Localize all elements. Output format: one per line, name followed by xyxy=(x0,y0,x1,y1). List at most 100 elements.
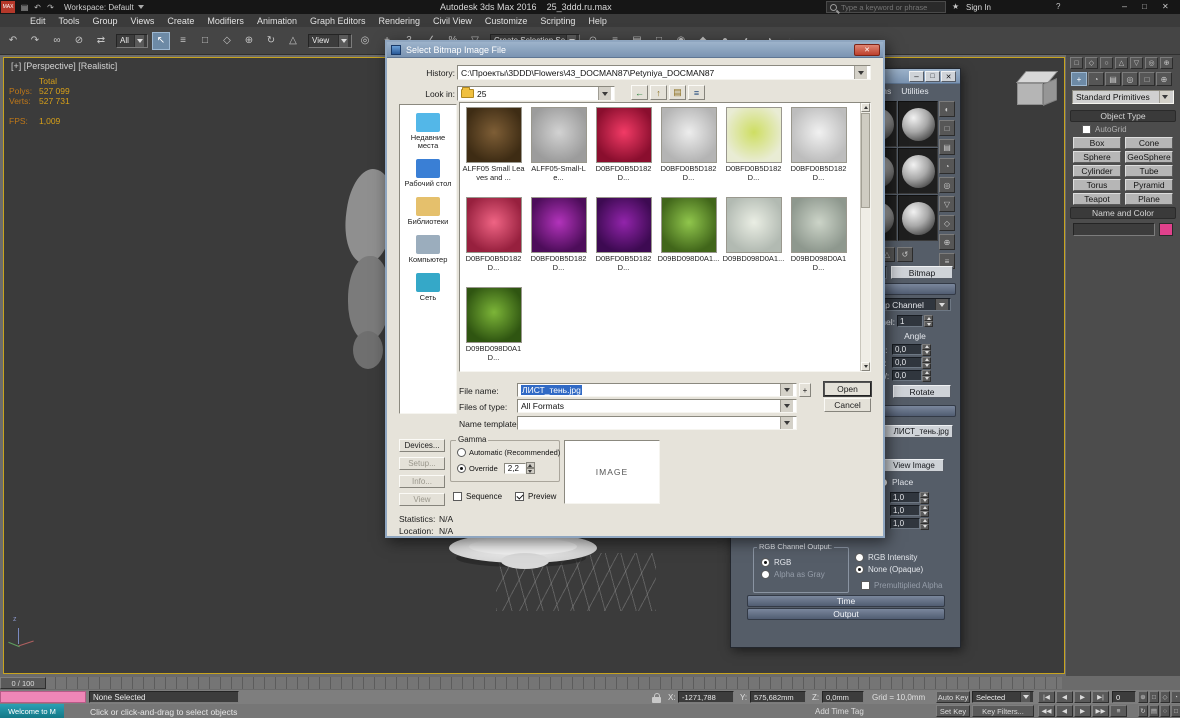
window-crossing-icon[interactable]: ◇ xyxy=(218,32,236,50)
step-back-button[interactable]: ◀ xyxy=(1056,705,1073,717)
preview-checkbox[interactable] xyxy=(515,492,524,501)
rgb-radio[interactable] xyxy=(761,558,770,567)
crop-value-field[interactable]: 1,0 xyxy=(890,518,920,529)
y-coordinate-field[interactable]: 575,682mm xyxy=(750,691,806,703)
gamma-value-field[interactable]: 2,2 xyxy=(504,463,526,474)
zoom-extents-icon[interactable]: □ xyxy=(1149,691,1159,703)
spinner[interactable] xyxy=(924,315,933,327)
open-button[interactable]: Open xyxy=(824,382,871,396)
viewport-tool-icon[interactable]: △ xyxy=(1115,57,1128,69)
material-sample-slot[interactable] xyxy=(898,195,938,241)
favorites-star-icon[interactable]: ★ xyxy=(952,2,959,11)
search-box[interactable] xyxy=(826,1,946,13)
go-to-end-button[interactable]: ▶| xyxy=(1092,691,1109,703)
spinner[interactable] xyxy=(922,370,931,382)
map-channel-field[interactable]: 1 xyxy=(897,315,923,327)
menu-item[interactable]: Animation xyxy=(257,16,297,26)
devices-button[interactable]: Devices... xyxy=(399,439,445,452)
menu-item[interactable]: Modifiers xyxy=(207,16,244,26)
view-image-button[interactable]: View Image xyxy=(884,459,944,472)
name-and-color-rollout[interactable]: Name and Color xyxy=(1070,207,1176,219)
file-item[interactable]: D09BD098D0A1D... xyxy=(461,284,526,374)
object-name-field[interactable] xyxy=(1073,223,1155,236)
tab-motion[interactable]: ◎ xyxy=(1122,72,1138,86)
file-item[interactable]: D0BFD0B5D182D... xyxy=(461,194,526,284)
tab-utilities[interactable]: ⊕ xyxy=(1156,72,1172,86)
x-coordinate-field[interactable]: -1271,788 xyxy=(678,691,734,703)
save-icon[interactable]: ▤ xyxy=(18,0,31,14)
menu-item[interactable]: Rendering xyxy=(379,16,421,26)
viewport-tool-icon[interactable]: ▽ xyxy=(1130,57,1143,69)
scrollbar-thumb[interactable] xyxy=(861,113,870,208)
file-item[interactable]: D0BFD0B5D182D... xyxy=(786,104,851,194)
object-type-button[interactable]: Sphere xyxy=(1073,151,1121,163)
scene-object-stand[interactable] xyxy=(501,553,549,569)
pan-icon[interactable]: ◔ xyxy=(1171,691,1180,703)
reference-coordinate-dropdown[interactable]: View xyxy=(308,34,352,48)
select-and-rotate-icon[interactable]: ↻ xyxy=(262,32,280,50)
menu-item[interactable]: Graph Editors xyxy=(310,16,366,26)
menu-item[interactable]: Group xyxy=(93,16,118,26)
file-item[interactable]: D0BFD0B5D182D... xyxy=(526,194,591,284)
redo-icon[interactable]: ↷ xyxy=(44,0,57,14)
viewport-tool-icon[interactable]: ⊕ xyxy=(1160,57,1173,69)
menu-item[interactable]: Scripting xyxy=(540,16,575,26)
undo-icon[interactable]: ↶ xyxy=(31,0,44,14)
dialog-titlebar[interactable]: Select Bitmap Image File ✕ xyxy=(387,42,883,58)
timeline-track[interactable] xyxy=(0,677,1062,689)
material-sample-slot[interactable] xyxy=(898,148,938,194)
object-type-button[interactable]: Teapot xyxy=(1073,193,1121,205)
previous-key-button[interactable]: ◀◀ xyxy=(1038,705,1055,717)
go-to-start-button[interactable]: |◀ xyxy=(1038,691,1055,703)
undo-icon[interactable]: ↶ xyxy=(4,32,22,50)
history-dropdown[interactable]: C:\Проекты\3DDD\Flowers\43_DOCMAN87\Pety… xyxy=(457,65,871,80)
spinner[interactable] xyxy=(526,462,535,474)
backlight-icon[interactable]: □ xyxy=(939,120,955,136)
alpha-as-gray-radio[interactable] xyxy=(761,570,770,579)
menu-item[interactable]: Civil View xyxy=(433,16,472,26)
current-frame-field[interactable]: 0 xyxy=(1112,691,1136,703)
object-type-button[interactable]: Torus xyxy=(1073,179,1121,191)
field-of-view-icon[interactable]: ○ xyxy=(1160,705,1170,717)
menu-item[interactable]: Views xyxy=(131,16,155,26)
sample-type-icon[interactable]: ◐ xyxy=(939,101,955,117)
set-key-button[interactable]: Set Key xyxy=(936,705,970,717)
minimize-button[interactable]: – xyxy=(909,71,924,82)
viewcube-side-face[interactable] xyxy=(1043,78,1057,106)
maximize-viewport-icon[interactable]: □ xyxy=(1171,705,1180,717)
material-sample-slot[interactable] xyxy=(898,101,938,147)
tab-display[interactable]: □ xyxy=(1139,72,1155,86)
up-one-level-button[interactable]: ↑ xyxy=(650,85,667,100)
angle-value-field[interactable]: 0,0 xyxy=(892,344,922,355)
use-pivot-center-icon[interactable]: ◎ xyxy=(356,32,374,50)
crop-value-field[interactable]: 1,0 xyxy=(890,492,920,503)
zoom-icon[interactable]: ⊕ xyxy=(1138,691,1148,703)
gamma-automatic-radio[interactable] xyxy=(457,448,466,457)
angle-value-field[interactable]: 0,0 xyxy=(892,357,922,368)
scroll-up-arrow[interactable] xyxy=(861,103,870,112)
crop-value-field[interactable]: 1,0 xyxy=(890,505,920,516)
category-dropdown[interactable]: Standard Primitives xyxy=(1072,90,1174,104)
rectangular-selection-region-icon[interactable]: □ xyxy=(196,32,214,50)
object-type-button[interactable]: Tube xyxy=(1125,165,1173,177)
object-type-button[interactable]: Cone xyxy=(1125,137,1173,149)
object-type-button[interactable]: Pyramid xyxy=(1125,179,1173,191)
place-computer[interactable]: Компьютер xyxy=(400,235,456,264)
menu-item[interactable]: Customize xyxy=(485,16,528,26)
premultiplied-alpha-checkbox[interactable] xyxy=(861,581,870,590)
scene-object-sculpt-lower[interactable] xyxy=(348,256,390,341)
selected-key-dropdown[interactable]: Selected xyxy=(972,691,1034,703)
workspace-dropdown[interactable]: Workspace: Default xyxy=(64,0,144,14)
key-filters-button[interactable]: Key Filters... xyxy=(972,705,1034,717)
viewport-tool-icon[interactable]: □ xyxy=(1070,57,1083,69)
tab-modify[interactable]: ◔ xyxy=(1088,72,1104,86)
background-icon[interactable]: ▤ xyxy=(939,139,955,155)
menu-item[interactable]: Tools xyxy=(59,16,80,26)
file-item[interactable]: ALFF05 Small Leaves and ... xyxy=(461,104,526,194)
file-item[interactable]: D0BFD0B5D182D... xyxy=(656,104,721,194)
gamma-override-radio[interactable] xyxy=(457,464,466,473)
place-recent[interactable]: Недавние места xyxy=(400,113,456,150)
rotate-button[interactable]: Rotate xyxy=(893,385,951,398)
select-object-icon[interactable]: ↖ xyxy=(152,32,170,50)
object-type-button[interactable]: Plane xyxy=(1125,193,1173,205)
